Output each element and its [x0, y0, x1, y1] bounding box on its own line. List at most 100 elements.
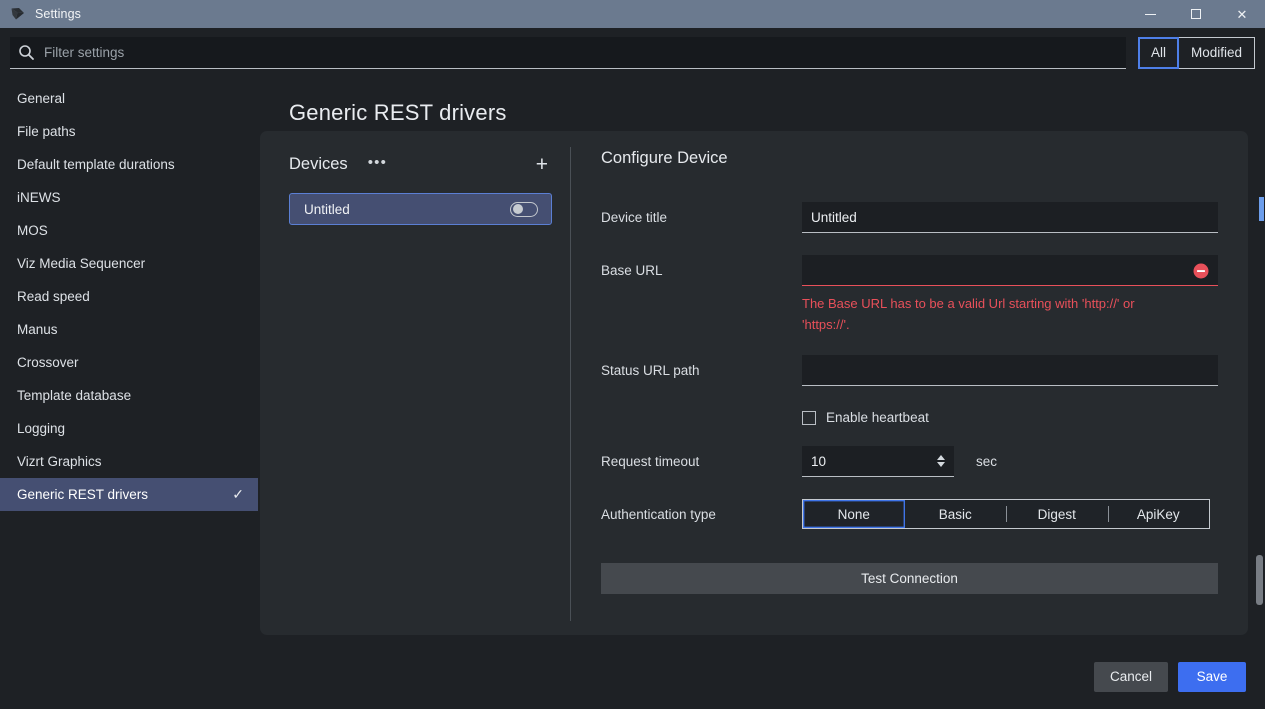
filter-settings-field[interactable]: [10, 36, 1126, 69]
sidebar-item-label: Generic REST drivers: [17, 487, 149, 502]
search-input[interactable]: [44, 44, 1118, 60]
auth-type-none-label: None: [837, 506, 870, 522]
sidebar-item-label: Crossover: [17, 355, 79, 370]
device-enable-toggle[interactable]: [510, 201, 538, 217]
sidebar-item-generic-rest-drivers[interactable]: Generic REST drivers ✓: [0, 478, 258, 511]
sidebar-item-inews[interactable]: iNEWS: [0, 181, 258, 214]
sidebar-item-read-speed[interactable]: Read speed: [0, 280, 258, 313]
sidebar-item-default-template-durations[interactable]: Default template durations: [0, 148, 258, 181]
sidebar-item-manus[interactable]: Manus: [0, 313, 258, 346]
request-timeout-value: 10: [811, 453, 827, 469]
minimize-icon: [1144, 13, 1156, 15]
error-circle-icon: [1193, 263, 1209, 279]
authentication-type-row: Authentication type None Basic Digest Ap…: [601, 499, 1218, 529]
configure-device-title: Configure Device: [601, 149, 728, 167]
device-title-label: Device title: [601, 210, 668, 225]
devices-title: Devices: [289, 154, 348, 173]
app-logo-icon: [10, 6, 26, 22]
sidebar-item-label: Template database: [17, 388, 132, 403]
toggle-knob: [512, 204, 523, 214]
auth-type-digest-label: Digest: [1037, 506, 1076, 522]
auth-type-basic[interactable]: Basic: [904, 500, 1006, 528]
page-title: Generic REST drivers: [289, 100, 507, 125]
base-url-label: Base URL: [601, 263, 663, 278]
device-item-label: Untitled: [304, 201, 350, 217]
dialog-footer: Cancel Save: [0, 644, 1265, 709]
window-controls: ✕: [1127, 0, 1265, 28]
chevron-down-icon[interactable]: [937, 462, 945, 467]
request-timeout-row: Request timeout 10 sec: [601, 446, 1218, 477]
devices-pane: Devices ••• + Untitled: [260, 131, 570, 635]
authentication-type-toggle: None Basic Digest ApiKey: [802, 499, 1210, 529]
sidebar-item-vizrt-graphics[interactable]: Vizrt Graphics: [0, 445, 258, 478]
sidebar-item-label: Logging: [17, 421, 66, 436]
check-icon: ✓: [232, 486, 244, 502]
auth-type-apikey-label: ApiKey: [1136, 506, 1180, 522]
stepper-arrows[interactable]: [937, 455, 948, 467]
sidebar-item-template-database[interactable]: Template database: [0, 379, 258, 412]
filter-scope-all[interactable]: All: [1137, 36, 1179, 69]
scroll-position-indicator: [1259, 197, 1264, 221]
configure-device-pane: Configure Device Device title Base URL: [571, 131, 1248, 635]
sidebar-item-crossover[interactable]: Crossover: [0, 346, 258, 379]
auth-type-none[interactable]: None: [803, 500, 905, 528]
filter-bar: All Modified: [0, 28, 1265, 77]
request-timeout-unit: sec: [976, 454, 998, 469]
scrollbar-thumb[interactable]: [1256, 555, 1263, 605]
maximize-button[interactable]: [1173, 0, 1219, 28]
test-connection-button[interactable]: Test Connection: [601, 563, 1218, 594]
settings-sidebar: General File paths Default template dura…: [0, 77, 258, 709]
sidebar-item-label: Manus: [17, 322, 58, 337]
filter-scope-all-label: All: [1150, 45, 1166, 60]
base-url-row: Base URL The Base URL has to be a valid …: [601, 255, 1218, 335]
filter-scope-modified-label: Modified: [1190, 45, 1242, 60]
sidebar-item-label: Viz Media Sequencer: [17, 256, 146, 271]
filter-scope-modified[interactable]: Modified: [1178, 36, 1255, 69]
status-url-path-label: Status URL path: [601, 363, 700, 378]
device-title-row: Device title: [601, 202, 1218, 233]
chevron-up-icon[interactable]: [937, 455, 945, 460]
sidebar-item-viz-media-sequencer[interactable]: Viz Media Sequencer: [0, 247, 258, 280]
close-button[interactable]: ✕: [1219, 0, 1265, 28]
main-body: General File paths Default template dura…: [0, 77, 1265, 709]
auth-type-apikey[interactable]: ApiKey: [1107, 500, 1209, 528]
sidebar-item-label: MOS: [17, 223, 48, 238]
add-device-icon[interactable]: +: [532, 154, 552, 175]
devices-header: Devices ••• +: [289, 149, 552, 179]
request-timeout-label: Request timeout: [601, 454, 700, 469]
sidebar-item-general[interactable]: General: [0, 82, 258, 115]
device-title-input[interactable]: [802, 202, 1218, 233]
enable-heartbeat-row[interactable]: Enable heartbeat: [802, 410, 1218, 425]
auth-type-digest[interactable]: Digest: [1006, 500, 1108, 528]
enable-heartbeat-checkbox[interactable]: [802, 410, 816, 425]
base-url-error-message: The Base URL has to be a valid Url start…: [802, 296, 1135, 332]
sidebar-item-label: Read speed: [17, 289, 90, 304]
generic-rest-drivers-card: Devices ••• + Untitled Configure Device: [260, 131, 1248, 635]
more-options-icon[interactable]: •••: [364, 153, 391, 176]
enable-heartbeat-label: Enable heartbeat: [826, 410, 929, 425]
window-titlebar: Settings ✕: [0, 0, 1265, 28]
base-url-input[interactable]: [802, 255, 1218, 286]
status-url-path-input[interactable]: [802, 355, 1218, 386]
sidebar-item-file-paths[interactable]: File paths: [0, 115, 258, 148]
sidebar-item-logging[interactable]: Logging: [0, 412, 258, 445]
save-button[interactable]: Save: [1178, 661, 1246, 692]
sidebar-item-label: Vizrt Graphics: [17, 454, 102, 469]
close-icon: ✕: [1236, 6, 1248, 22]
status-url-path-row: Status URL path: [601, 355, 1218, 386]
filter-scope-toggle: All Modified: [1137, 36, 1255, 69]
sidebar-item-mos[interactable]: MOS: [0, 214, 258, 247]
minimize-button[interactable]: [1127, 0, 1173, 28]
request-timeout-stepper[interactable]: 10: [802, 446, 954, 477]
sidebar-item-label: iNEWS: [17, 190, 61, 205]
window-title: Settings: [35, 7, 81, 21]
auth-type-basic-label: Basic: [938, 506, 972, 522]
sidebar-item-label: Default template durations: [17, 157, 175, 172]
maximize-icon: [1191, 9, 1201, 19]
settings-content: Generic REST drivers Devices ••• + Untit…: [258, 77, 1265, 709]
search-icon: [18, 44, 35, 61]
content-scrollbar[interactable]: [1255, 155, 1264, 709]
sidebar-item-label: File paths: [17, 124, 76, 139]
list-item[interactable]: Untitled: [289, 193, 552, 225]
cancel-button[interactable]: Cancel: [1093, 661, 1168, 692]
